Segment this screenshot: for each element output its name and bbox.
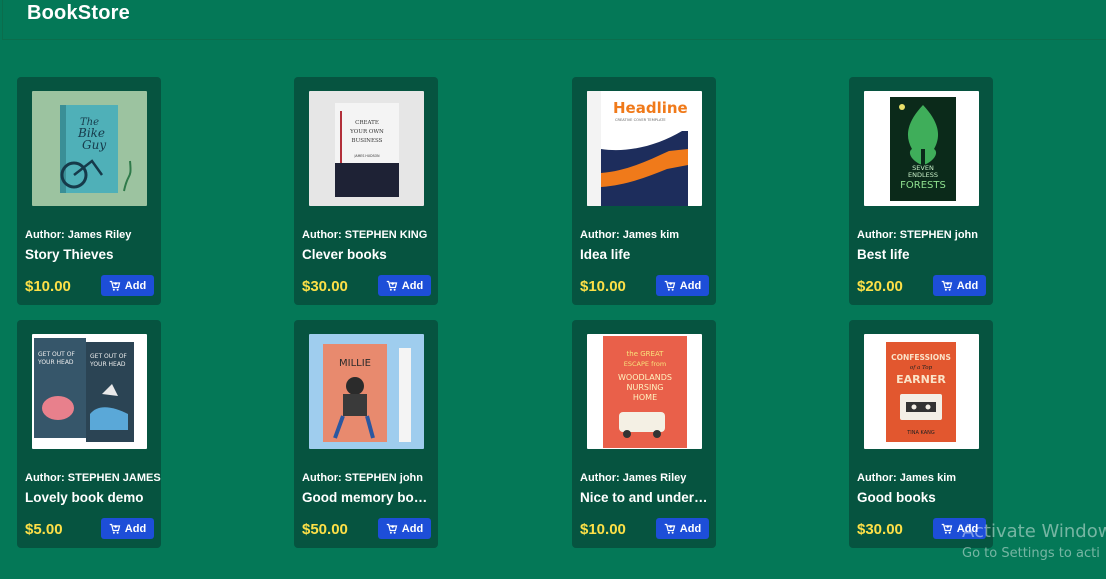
svg-text:EARNER: EARNER xyxy=(896,373,946,386)
add-label: Add xyxy=(401,522,424,535)
book-title[interactable]: Story Thieves xyxy=(25,247,157,262)
add-to-cart-button[interactable]: Add xyxy=(378,275,431,296)
book-author: Author: James Riley xyxy=(580,472,687,484)
svg-text:CREATE: CREATE xyxy=(355,120,379,126)
book-title[interactable]: Lovely book demo xyxy=(25,490,157,505)
svg-text:CONFESSIONS: CONFESSIONS xyxy=(891,353,951,362)
svg-text:BUSINESS: BUSINESS xyxy=(352,138,383,144)
watermark-subtitle: Go to Settings to acti xyxy=(962,546,1100,561)
cart-plus-icon xyxy=(386,280,398,291)
add-label: Add xyxy=(124,522,147,535)
book-cover[interactable]: Headline CREATIVE COVER TEMPLATE xyxy=(587,91,702,206)
book-price: $5.00 xyxy=(25,521,63,538)
add-to-cart-button[interactable]: Add xyxy=(933,275,986,296)
book-price: $20.00 xyxy=(857,278,903,295)
cart-plus-icon xyxy=(941,523,953,534)
book-price: $30.00 xyxy=(302,278,348,295)
svg-text:GET OUT OF: GET OUT OF xyxy=(38,351,75,358)
svg-text:the GREAT: the GREAT xyxy=(627,350,665,358)
add-to-cart-button[interactable]: Add xyxy=(656,275,709,296)
book-author: Author: STEPHEN john xyxy=(302,472,423,484)
cart-plus-icon xyxy=(664,280,676,291)
book-cover[interactable]: the GREAT ESCAPE from WOODLANDS NURSING … xyxy=(587,334,702,449)
book-author: Author: James Riley xyxy=(25,229,132,241)
svg-text:GET OUT OF: GET OUT OF xyxy=(90,353,127,360)
book-cover[interactable]: CONFESSIONS of a Top EARNER TINA KANG xyxy=(864,334,979,449)
cart-plus-icon xyxy=(664,523,676,534)
add-label: Add xyxy=(679,522,702,535)
svg-text:JAMES HUDSON: JAMES HUDSON xyxy=(354,154,381,158)
book-cover-get-out-head: GET OUT OF YOUR HEAD GET OUT OF YOUR HEA… xyxy=(32,334,147,449)
svg-text:ESCAPE from: ESCAPE from xyxy=(624,360,666,368)
book-cover-confessions: CONFESSIONS of a Top EARNER TINA KANG xyxy=(864,334,979,449)
book-cover-seven-forests: SEVEN ENDLESS FORESTS xyxy=(864,91,979,206)
navbar: BookStore xyxy=(2,0,1106,40)
book-author: Author: James kim xyxy=(857,472,957,484)
svg-text:CREATIVE COVER TEMPLATE: CREATIVE COVER TEMPLATE xyxy=(615,118,666,122)
cart-plus-icon xyxy=(109,523,121,534)
cart-plus-icon xyxy=(386,523,398,534)
book-card: MILLIE Author: STEPHEN john Good memory … xyxy=(294,320,438,548)
brand-logo[interactable]: BookStore xyxy=(27,2,130,25)
svg-text:ENDLESS: ENDLESS xyxy=(908,171,938,179)
book-cover-headline: Headline CREATIVE COVER TEMPLATE xyxy=(587,91,702,206)
svg-text:NURSING: NURSING xyxy=(626,383,663,392)
book-title[interactable]: Good books xyxy=(857,490,989,505)
add-to-cart-button[interactable]: Add xyxy=(101,518,154,539)
book-title[interactable]: Clever books xyxy=(302,247,434,262)
svg-text:Headline: Headline xyxy=(613,99,688,117)
book-cover-create-business: CREATE YOUR OWN BUSINESS JAMES HUDSON xyxy=(309,91,424,206)
book-price: $10.00 xyxy=(580,521,626,538)
cart-plus-icon xyxy=(109,280,121,291)
add-to-cart-button[interactable]: Add xyxy=(378,518,431,539)
svg-text:TINA KANG: TINA KANG xyxy=(906,430,935,436)
book-cover-woodlands: the GREAT ESCAPE from WOODLANDS NURSING … xyxy=(587,334,702,449)
book-card: GET OUT OF YOUR HEAD GET OUT OF YOUR HEA… xyxy=(17,320,161,548)
book-card: The Bike Guy Author: James Riley Story T… xyxy=(17,77,161,305)
book-card: Headline CREATIVE COVER TEMPLATE Author:… xyxy=(572,77,716,305)
book-cover[interactable]: CREATE YOUR OWN BUSINESS JAMES HUDSON xyxy=(309,91,424,206)
book-cover[interactable]: GET OUT OF YOUR HEAD GET OUT OF YOUR HEA… xyxy=(32,334,147,449)
add-label: Add xyxy=(401,279,424,292)
svg-text:HOME: HOME xyxy=(633,393,657,402)
book-cover[interactable]: SEVEN ENDLESS FORESTS xyxy=(864,91,979,206)
svg-text:YOUR HEAD: YOUR HEAD xyxy=(89,361,126,368)
book-author: Author: STEPHEN john xyxy=(857,229,978,241)
add-label: Add xyxy=(124,279,147,292)
svg-text:Guy: Guy xyxy=(82,138,106,152)
book-cover[interactable]: MILLIE xyxy=(309,334,424,449)
add-to-cart-button[interactable]: Add xyxy=(656,518,709,539)
book-author: Author: STEPHEN JAMES xyxy=(25,472,161,484)
book-title[interactable]: Idea life xyxy=(580,247,712,262)
windows-activation-watermark: Activate Window Go to Settings to acti xyxy=(962,521,1106,561)
svg-text:YOUR HEAD: YOUR HEAD xyxy=(37,359,74,366)
watermark-title: Activate Window xyxy=(962,521,1106,542)
book-price: $10.00 xyxy=(580,278,626,295)
book-card: CREATE YOUR OWN BUSINESS JAMES HUDSON Au… xyxy=(294,77,438,305)
svg-text:YOUR OWN: YOUR OWN xyxy=(349,129,384,135)
book-cover-millie: MILLIE xyxy=(309,334,424,449)
book-title[interactable]: Best life xyxy=(857,247,989,262)
book-cover[interactable]: The Bike Guy xyxy=(32,91,147,206)
book-price: $10.00 xyxy=(25,278,71,295)
svg-text:WOODLANDS: WOODLANDS xyxy=(618,373,672,382)
book-card: CONFESSIONS of a Top EARNER TINA KANG Au… xyxy=(849,320,993,548)
book-card: the GREAT ESCAPE from WOODLANDS NURSING … xyxy=(572,320,716,548)
book-price: $30.00 xyxy=(857,521,903,538)
book-price: $50.00 xyxy=(302,521,348,538)
svg-text:MILLIE: MILLIE xyxy=(339,358,371,369)
book-cover-bike-guy: The Bike Guy xyxy=(32,91,147,206)
add-label: Add xyxy=(956,279,979,292)
add-label: Add xyxy=(679,279,702,292)
cart-plus-icon xyxy=(941,280,953,291)
book-author: Author: STEPHEN KING xyxy=(302,229,428,241)
book-title[interactable]: Good memory books xyxy=(302,490,434,505)
book-title[interactable]: Nice to and understand xyxy=(580,490,712,505)
book-author: Author: James kim xyxy=(580,229,680,241)
book-card: SEVEN ENDLESS FORESTS Author: STEPHEN jo… xyxy=(849,77,993,305)
add-to-cart-button[interactable]: Add xyxy=(101,275,154,296)
svg-text:FORESTS: FORESTS xyxy=(900,180,946,191)
svg-text:of a Top: of a Top xyxy=(910,365,933,371)
